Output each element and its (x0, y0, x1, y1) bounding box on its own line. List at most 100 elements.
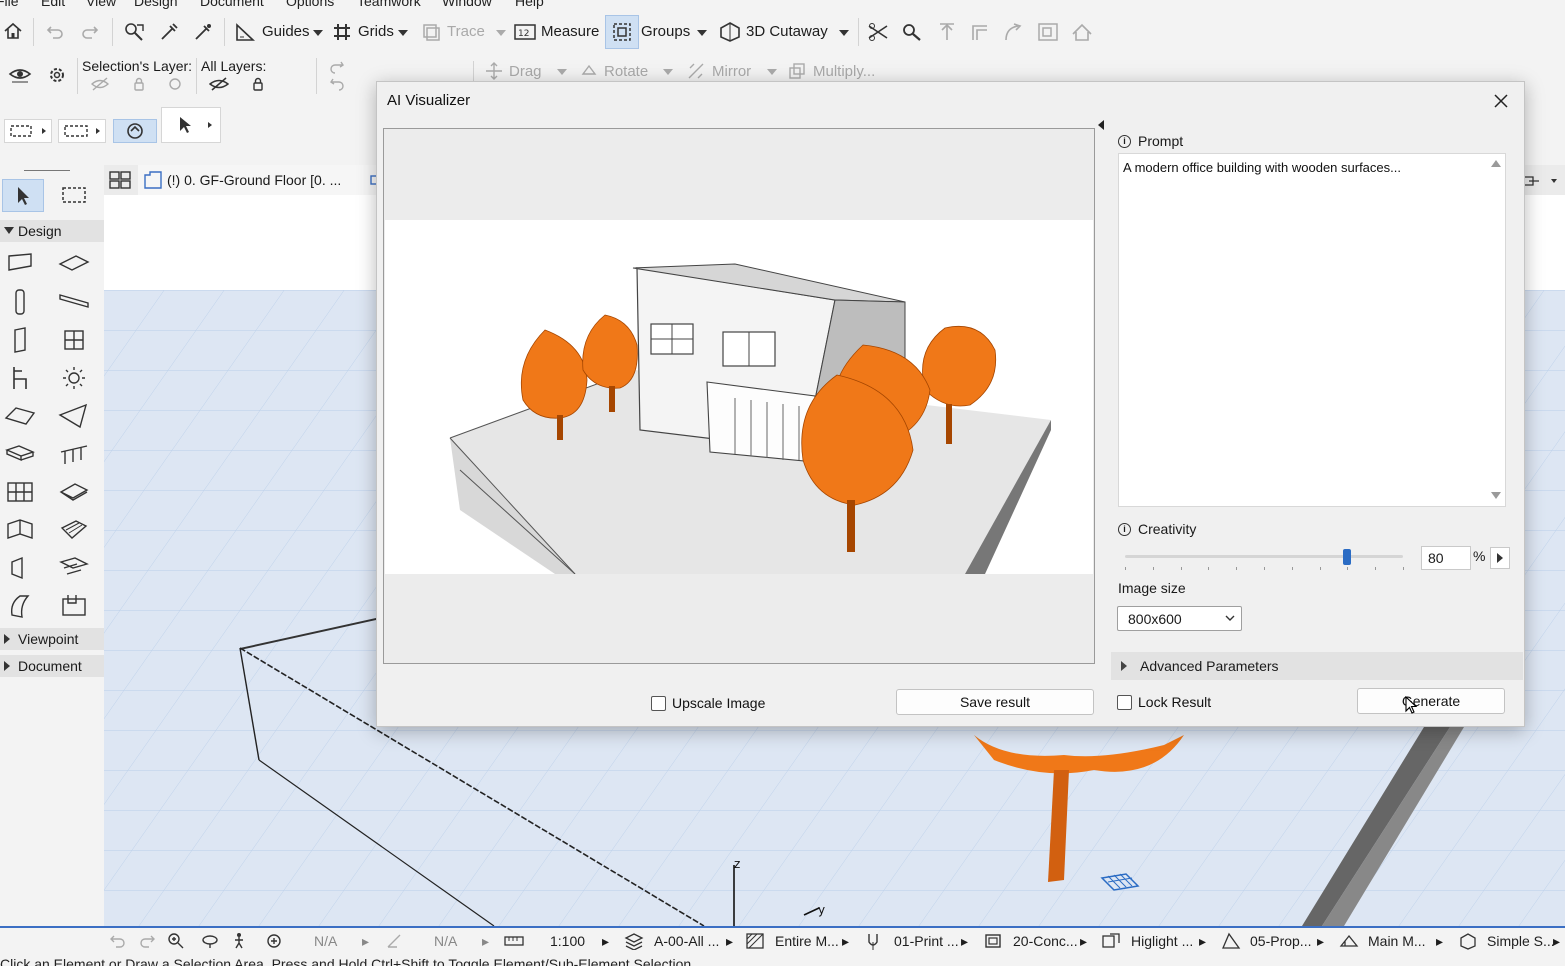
redo-layer-icon[interactable] (327, 59, 347, 75)
menu-window[interactable]: Window (442, 0, 492, 9)
arrow-tool-icon[interactable] (161, 107, 221, 143)
mirror-dropdown-icon[interactable] (767, 69, 777, 75)
creativity-arrow-icon[interactable] (1490, 547, 1510, 569)
find-select-icon[interactable] (122, 20, 146, 44)
graphic-override-icon[interactable] (1100, 931, 1122, 951)
status-arrow-icon[interactable]: ▸ (726, 933, 733, 950)
prompt-scrollbar[interactable] (1487, 154, 1505, 506)
rotate-dropdown-icon[interactable] (663, 69, 673, 75)
slab-tool-icon[interactable] (58, 248, 90, 278)
marquee-tool-icon[interactable] (58, 180, 90, 210)
upscale-checkbox-box[interactable] (651, 695, 666, 711)
undo-view-icon[interactable] (108, 931, 128, 951)
structure-display-icon[interactable] (1457, 931, 1479, 951)
all-layers-lock-icon[interactable] (249, 76, 267, 92)
adjust-icon[interactable] (900, 21, 924, 43)
prompt-textarea[interactable]: A modern office building with wooden sur… (1118, 153, 1506, 507)
measure-label[interactable]: Measure (541, 23, 599, 40)
viewpoint-palette-header[interactable]: Viewpoint (0, 628, 104, 650)
redo-icon[interactable] (79, 20, 101, 42)
gravity-icon[interactable] (113, 119, 157, 143)
lock-result-checkbox-box[interactable] (1117, 694, 1132, 710)
elevate-icon[interactable] (935, 21, 959, 43)
zoom-value[interactable]: N/A (314, 933, 337, 949)
grids-label[interactable]: Grids (358, 23, 394, 40)
menu-help[interactable]: Help (515, 0, 544, 9)
menu-teamwork[interactable]: Teamwork (357, 0, 421, 9)
lock-icon[interactable] (130, 76, 148, 92)
marquee-shape-icon[interactable] (4, 119, 52, 143)
show-layers-icon[interactable] (7, 63, 33, 87)
mirror-icon[interactable] (686, 62, 706, 80)
layer-combination-icon[interactable] (623, 931, 645, 951)
roof-tool-icon[interactable] (4, 401, 36, 431)
status-arrow-icon[interactable]: ▸ (1436, 933, 1443, 950)
opening-tool-icon[interactable] (58, 553, 90, 583)
window-tool-icon[interactable] (58, 325, 90, 355)
fillet-icon[interactable] (1001, 21, 1025, 43)
status-arrow-icon[interactable]: ▸ (362, 933, 369, 950)
guides-icon[interactable] (233, 21, 257, 43)
marquee-rect-icon[interactable] (58, 119, 106, 143)
status-arrow-icon[interactable]: ▸ (961, 933, 968, 950)
morph-tool-icon[interactable] (58, 477, 90, 507)
beam-profile-icon[interactable] (4, 591, 36, 621)
design-palette-header[interactable]: Design (0, 220, 104, 242)
renovation-icon[interactable] (1220, 931, 1242, 951)
status-arrow-icon[interactable]: ▸ (1317, 933, 1324, 950)
multiply-icon[interactable] (787, 62, 807, 80)
dimension-icon[interactable] (744, 931, 766, 951)
object-tool-icon[interactable] (4, 363, 36, 393)
groups-label[interactable]: Groups (641, 23, 690, 40)
railing-tool-icon[interactable] (58, 439, 90, 469)
guides-label[interactable]: Guides (262, 23, 310, 40)
inject-parameters-icon[interactable] (191, 20, 215, 44)
scale-value[interactable]: 1:100 (550, 933, 585, 949)
cutaway-dropdown-icon[interactable] (839, 30, 849, 36)
highlight-value[interactable]: Higlight ... (1131, 933, 1193, 949)
status-arrow-icon[interactable]: ▸ (1553, 933, 1560, 950)
creativity-slider[interactable] (1125, 547, 1404, 570)
orbit-icon[interactable] (200, 931, 220, 951)
multiply-label[interactable]: Multiply... (813, 63, 875, 80)
trace-label[interactable]: Trace (447, 23, 485, 40)
status-arrow-icon[interactable]: ▸ (602, 933, 609, 950)
model-view-value[interactable]: Main M... (1368, 933, 1426, 949)
menu-edit[interactable]: Edit (41, 0, 65, 9)
scale-icon[interactable] (503, 931, 525, 951)
stair-tool-icon[interactable] (4, 439, 36, 469)
pen-set-value[interactable]: 01-Print ... (894, 933, 959, 949)
lock-result-checkbox[interactable]: Lock Result (1117, 694, 1211, 710)
mesh-tool-icon[interactable] (58, 515, 90, 545)
override-value[interactable]: 20-Conc... (1013, 933, 1078, 949)
view-options-icon[interactable] (1522, 171, 1562, 191)
undo-icon[interactable] (44, 20, 66, 42)
rotate-angle-icon[interactable] (384, 931, 404, 951)
redo-view-icon[interactable] (137, 931, 157, 951)
trace-dropdown-icon[interactable] (496, 30, 506, 36)
resize-icon[interactable] (1036, 21, 1060, 43)
cutaway-label[interactable]: 3D Cutaway (746, 23, 828, 40)
hidden-eye-icon[interactable] (90, 76, 110, 92)
palette-grip[interactable] (24, 170, 70, 171)
menu-file[interactable]: File (0, 0, 19, 9)
door-tool-icon[interactable] (4, 325, 36, 355)
arrow-select-icon[interactable] (2, 179, 44, 212)
beam-tool-icon[interactable] (58, 287, 90, 317)
collapse-panel-icon[interactable] (1098, 120, 1104, 130)
groups-icon[interactable] (605, 15, 639, 49)
scroll-up-icon[interactable] (1491, 160, 1501, 167)
column-tool-icon[interactable] (4, 287, 36, 317)
cutaway-icon[interactable] (718, 21, 742, 43)
home-icon[interactable] (2, 20, 24, 42)
navigator-grid-icon[interactable] (108, 169, 132, 191)
fit-zoom-icon[interactable] (264, 931, 286, 951)
model-filter-value[interactable]: Entire M... (775, 933, 839, 949)
trace-icon[interactable] (420, 21, 442, 43)
menu-design[interactable]: Design (134, 0, 178, 9)
drag-dropdown-icon[interactable] (557, 69, 567, 75)
offset-icon[interactable] (968, 21, 992, 43)
document-palette-header[interactable]: Document (0, 655, 104, 677)
zoom-in-icon[interactable] (166, 931, 186, 951)
renovation-value[interactable]: 05-Prop... (1250, 933, 1311, 949)
